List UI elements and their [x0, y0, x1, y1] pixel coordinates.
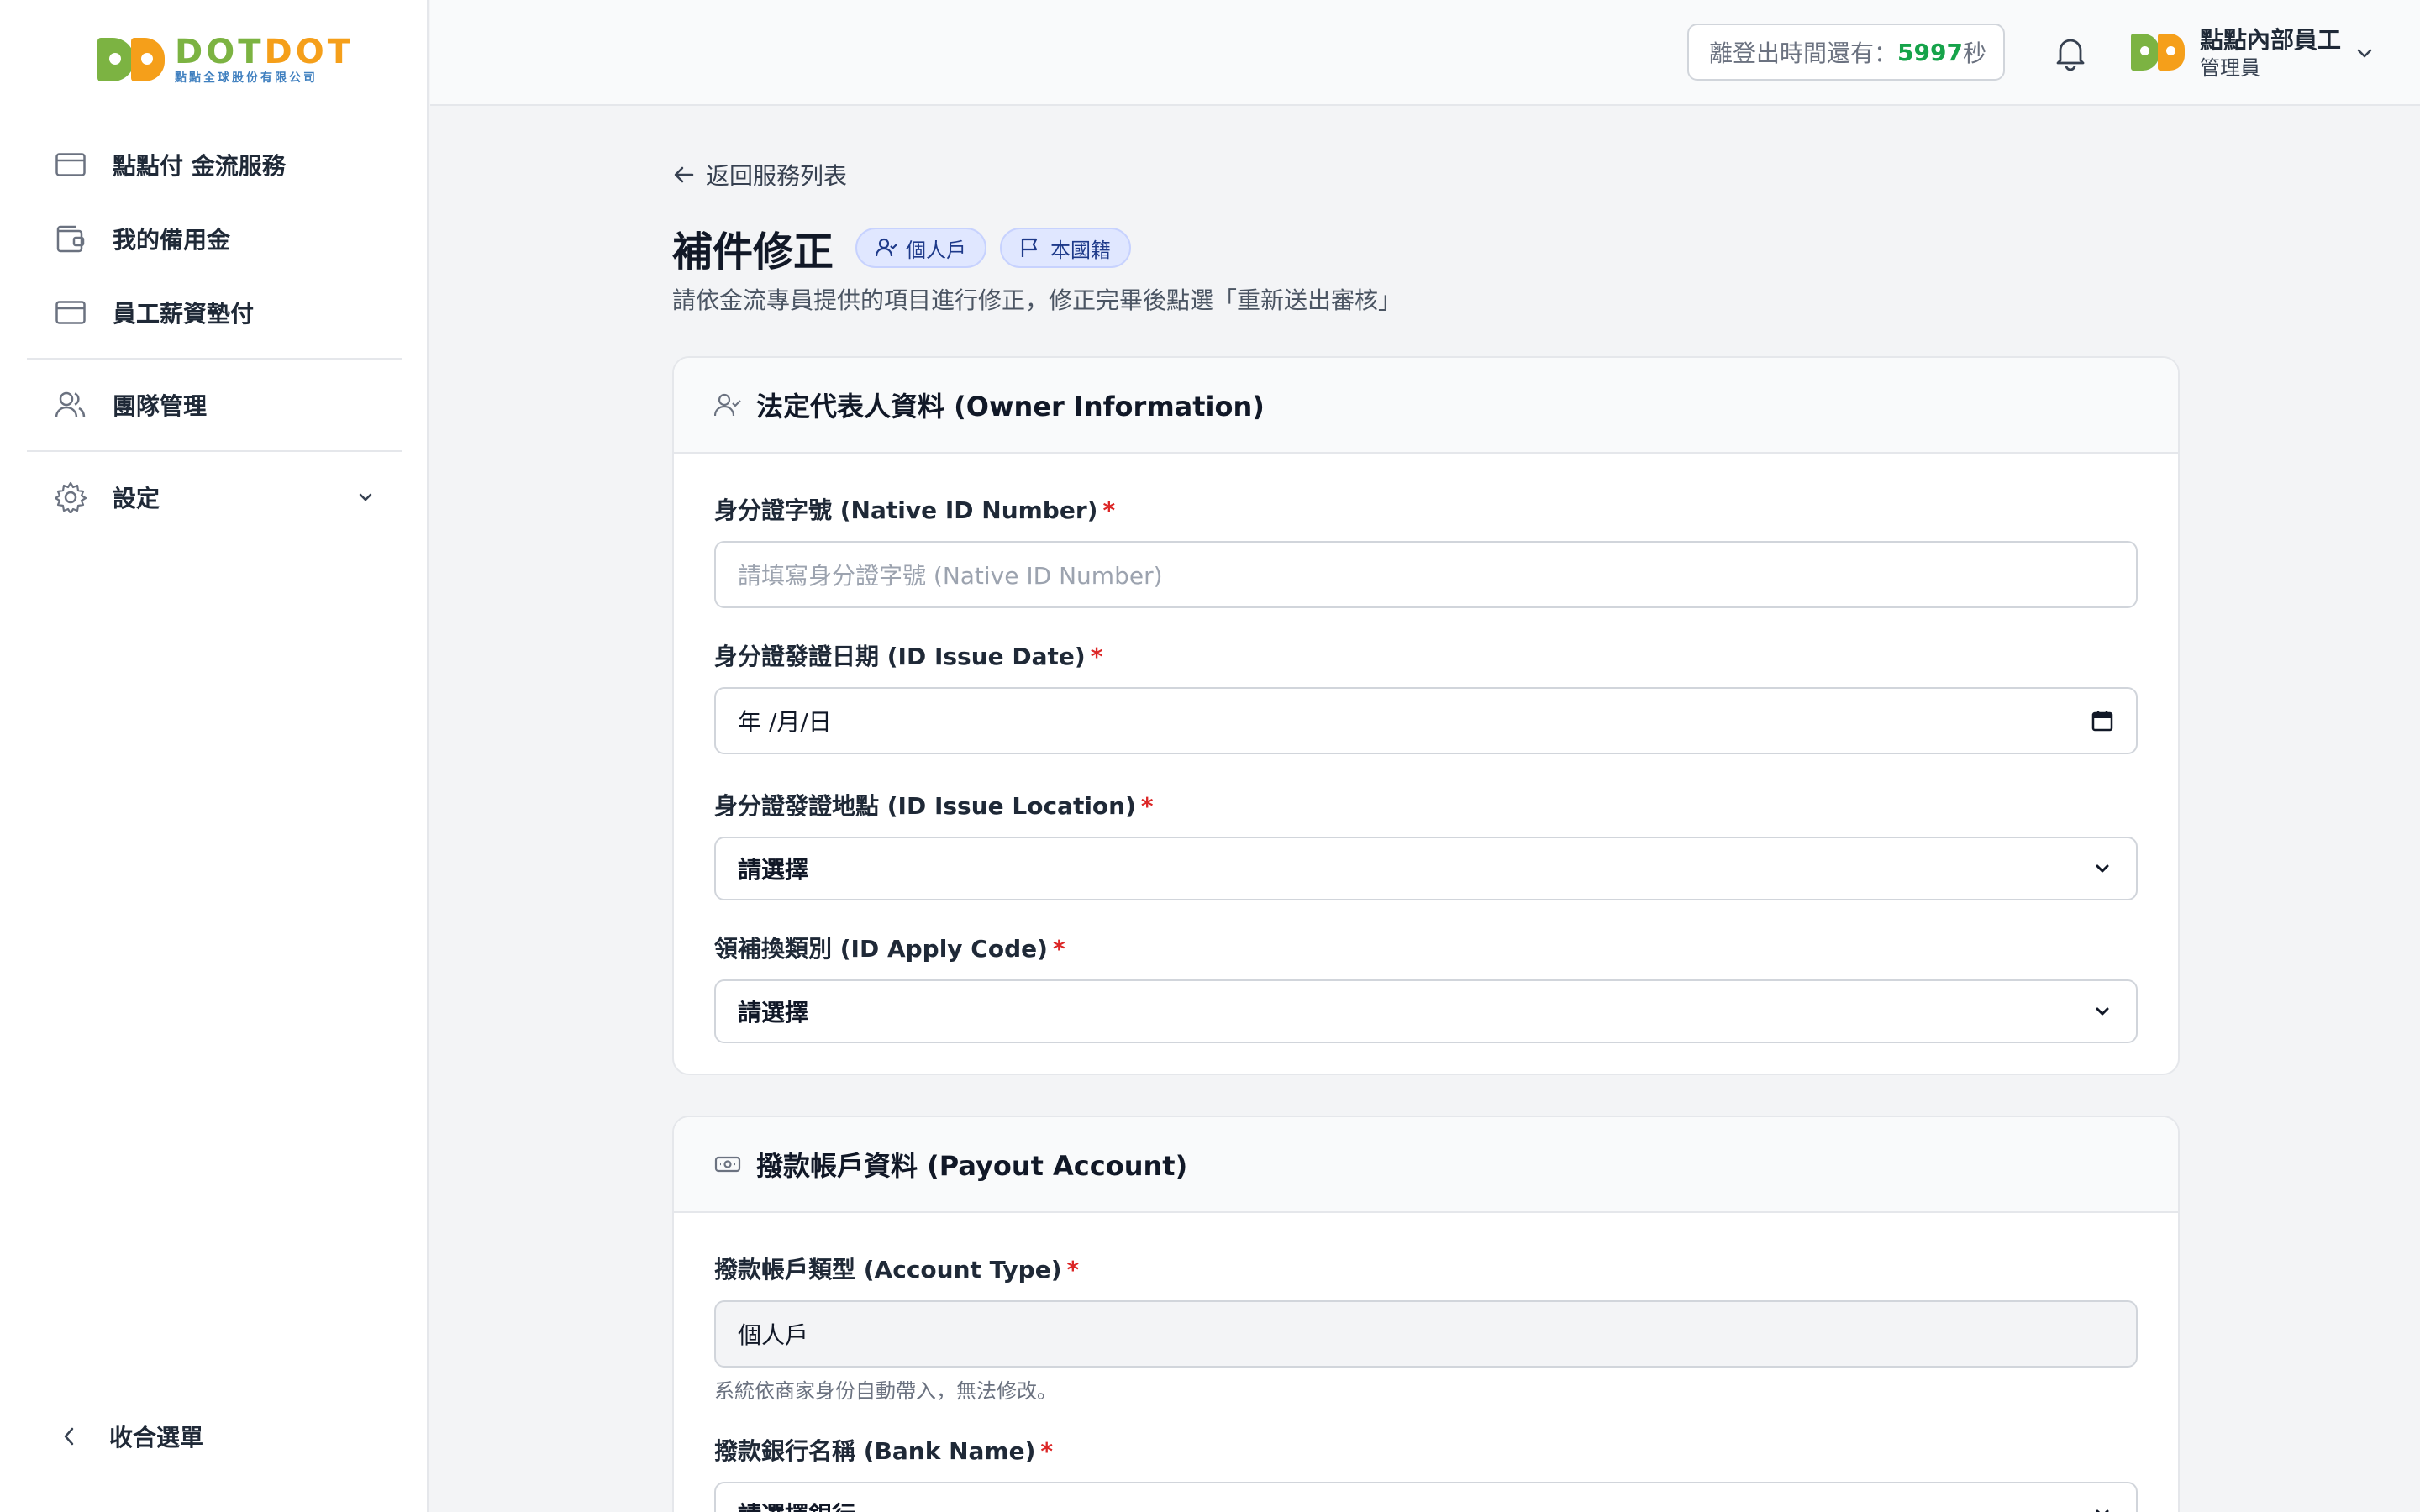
required-marker: *	[1040, 1437, 1054, 1465]
page-subtitle: 請依金流專員提供的項目進行修正，修正完畢後點選「重新送出審核」	[672, 286, 1402, 314]
chevron-down-icon	[2353, 41, 2376, 65]
user-name: 點點內部員工	[2200, 26, 2342, 54]
sidebar-item-label: 設定	[113, 485, 160, 512]
title-row: 補件修正 個人戶 本國籍	[672, 218, 1144, 277]
users-icon	[54, 388, 87, 422]
sidebar-item-reserve-fund[interactable]: 我的備用金	[27, 202, 402, 276]
badge-nationality: 本國籍	[1000, 228, 1132, 268]
required-marker: *	[1140, 792, 1154, 820]
chevron-down-icon	[355, 486, 376, 508]
card-title: 撥款帳戶資料 (Payout Account)	[756, 1150, 1188, 1182]
divider	[27, 358, 402, 360]
chevron-down-icon	[2091, 1502, 2114, 1512]
owner-information-card: 法定代表人資料 (Owner Information) 身分證字號 (Nativ…	[672, 356, 2180, 1075]
user-check-icon	[714, 391, 743, 419]
field-label: 身分證發證日期 (ID Issue Date)	[714, 643, 1086, 670]
gear-icon	[54, 480, 87, 514]
issue-date-field-group: 身分證發證日期 (ID Issue Date) * 年 /月/日	[714, 640, 2138, 754]
timer-value: 5997	[1897, 38, 1963, 66]
avatar	[2131, 32, 2186, 74]
timer-suffix: 秒	[1962, 39, 1986, 67]
logo-icon	[97, 34, 166, 85]
field-label: 撥款帳戶類型 (Account Type)	[714, 1256, 1062, 1284]
field-label: 身分證字號 (Native ID Number)	[714, 496, 1098, 524]
flag-icon	[1020, 237, 1042, 259]
select-value: 請選擇	[738, 856, 809, 884]
card-title: 法定代表人資料 (Owner Information)	[756, 391, 1265, 423]
issue-date-input[interactable]: 年 /月/日	[714, 687, 2138, 754]
page-title: 補件修正	[672, 228, 834, 276]
sidebar: DOTDOT 點點全球股份有限公司 點點付 金流服務 我的備用金 員工薪資墊付	[0, 0, 429, 1512]
apply-code-field-group: 領補換類別 (ID Apply Code) * 請選擇	[714, 932, 2138, 1043]
native-id-field-group: 身分證字號 (Native ID Number) * 請填寫身分證字號 (Nati…	[714, 494, 2138, 608]
sidebar-item-payment-service[interactable]: 點點付 金流服務	[27, 128, 402, 202]
collapse-menu-label: 收合選單	[109, 1424, 204, 1452]
timer-prefix: 離登出時間還有：	[1709, 39, 1898, 67]
account-type-input: 個人戶	[714, 1300, 2138, 1368]
required-marker: *	[1052, 935, 1065, 963]
bank-name-select[interactable]: 請選擇銀行	[714, 1482, 2138, 1512]
field-label: 撥款銀行名稱 (Bank Name)	[714, 1437, 1036, 1465]
back-label: 返回服務列表	[706, 162, 848, 190]
calendar-icon[interactable]	[2091, 709, 2114, 732]
collapse-menu-button[interactable]: 收合選單	[54, 1420, 203, 1453]
sidebar-item-label: 點點付 金流服務	[113, 152, 286, 180]
native-id-input[interactable]: 請填寫身分證字號 (Native ID Number)	[714, 541, 2138, 608]
sidebar-item-label: 員工薪資墊付	[113, 300, 255, 328]
credit-card-icon	[54, 296, 87, 329]
select-value: 請選擇	[738, 999, 809, 1026]
chevron-down-icon	[2091, 1000, 2114, 1023]
issue-location-field-group: 身分證發證地點 (ID Issue Location) * 請選擇	[714, 790, 2138, 900]
required-marker: *	[1102, 496, 1116, 524]
back-to-services-link[interactable]: 返回服務列表	[672, 158, 847, 192]
badge-label: 個人戶	[906, 238, 967, 262]
account-type-field-group: 撥款帳戶類型 (Account Type) * 個人戶 系統依商家身份自動帶入，無…	[714, 1253, 2138, 1404]
required-marker: *	[1090, 643, 1103, 670]
banknote-icon	[714, 1150, 743, 1179]
select-value: 請選擇銀行	[738, 1497, 855, 1512]
user-menu[interactable]: 點點內部員工 管理員	[2131, 22, 2376, 84]
brand-subtitle: 點點全球股份有限公司	[175, 71, 318, 85]
badge-individual: 個人戶	[855, 228, 987, 268]
sidebar-item-settings[interactable]: 設定	[27, 460, 402, 534]
sidebar-item-salary-advance[interactable]: 員工薪資墊付	[27, 276, 402, 349]
arrow-left-icon	[672, 162, 697, 187]
chevron-down-icon	[2091, 857, 2114, 880]
field-label: 領補換類別 (ID Apply Code)	[714, 935, 1048, 963]
payout-account-card: 撥款帳戶資料 (Payout Account) 撥款帳戶類型 (Account …	[672, 1116, 2180, 1512]
divider	[27, 450, 402, 452]
sidebar-nav: 點點付 金流服務 我的備用金 員工薪資墊付 團隊管理 設定	[27, 128, 402, 534]
field-label: 身分證發證地點 (ID Issue Location)	[714, 792, 1136, 820]
sidebar-item-label: 我的備用金	[113, 226, 231, 254]
badge-label: 本國籍	[1050, 238, 1112, 262]
required-marker: *	[1066, 1256, 1080, 1284]
user-check-icon	[876, 237, 897, 259]
account-type-hint: 系統依商家身份自動帶入，無法修改。	[714, 1379, 1057, 1403]
issue-location-select[interactable]: 請選擇	[714, 837, 2138, 900]
card-header: 撥款帳戶資料 (Payout Account)	[674, 1117, 2178, 1213]
bank-name-field-group: 撥款銀行名稱 (Bank Name)* 請選擇銀行	[714, 1435, 2138, 1512]
logout-timer: 離登出時間還有： 5997 秒	[1687, 24, 2005, 81]
chevron-left-icon	[54, 1421, 84, 1452]
apply-code-select[interactable]: 請選擇	[714, 979, 2138, 1043]
sidebar-item-label: 團隊管理	[113, 392, 208, 420]
card-header: 法定代表人資料 (Owner Information)	[674, 358, 2178, 454]
bell-icon[interactable]	[2050, 32, 2091, 72]
wallet-icon	[54, 222, 87, 255]
brand-logo[interactable]: DOTDOT 點點全球股份有限公司	[97, 34, 354, 86]
date-value: 年 /月/日	[738, 708, 832, 736]
sidebar-item-team[interactable]: 團隊管理	[27, 368, 402, 442]
credit-card-icon	[54, 148, 87, 181]
user-role: 管理員	[2200, 56, 2260, 80]
topbar: 離登出時間還有： 5997 秒 點點內部員工 管理員	[430, 0, 2420, 106]
brand-name: DOTDOT	[175, 33, 354, 71]
